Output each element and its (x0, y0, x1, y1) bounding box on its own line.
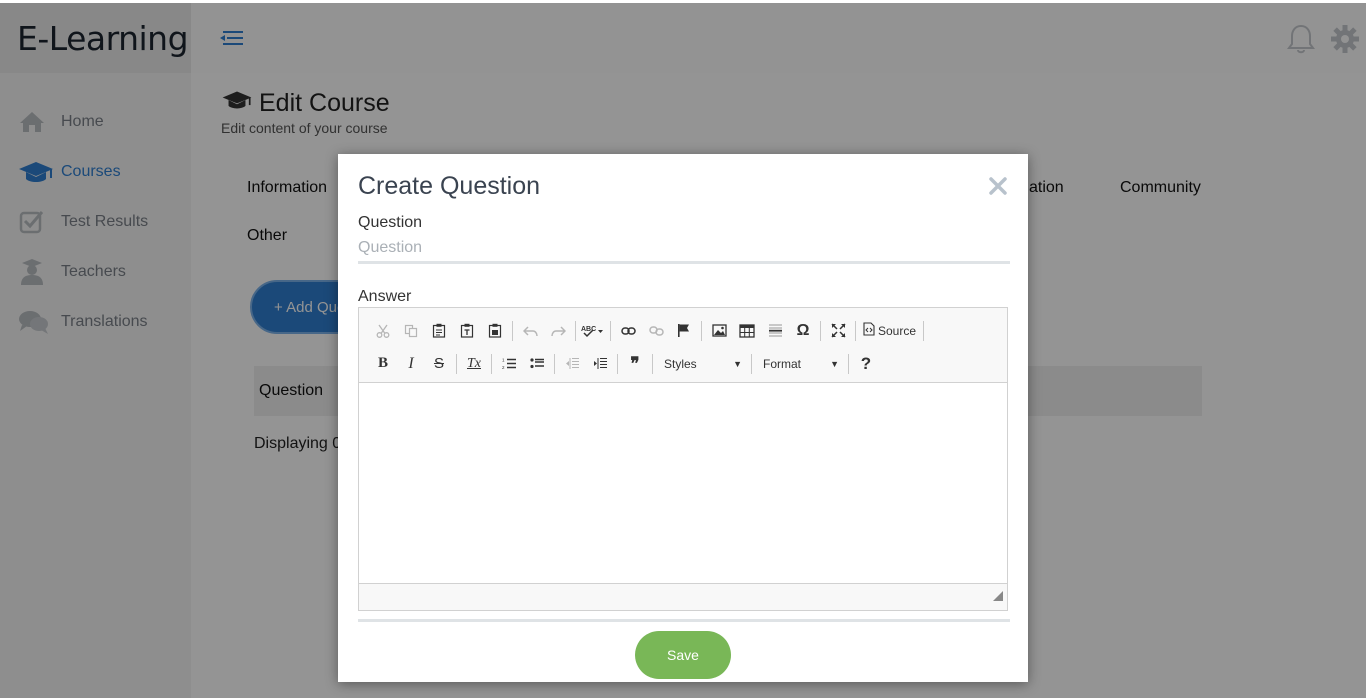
copy-icon[interactable] (397, 319, 425, 343)
blockquote-button[interactable]: ❞ (621, 352, 649, 376)
toolbar-separator (848, 353, 849, 374)
close-icon[interactable] (988, 176, 1008, 196)
styles-dropdown[interactable]: Styles ▼ (656, 352, 748, 376)
outdent-icon[interactable] (558, 352, 586, 376)
toolbar-separator (923, 320, 925, 341)
remove-format-button[interactable]: Tx (460, 352, 488, 376)
numbered-list-icon[interactable]: 12 (495, 352, 523, 376)
toolbar-separator (554, 353, 555, 374)
chevron-down-icon: ▼ (733, 358, 742, 369)
toolbar-separator (491, 353, 492, 374)
toolbar-separator (617, 353, 618, 374)
toolbar-separator (855, 320, 856, 341)
table-icon[interactable] (733, 319, 761, 343)
source-icon (863, 322, 875, 339)
link-icon[interactable] (614, 319, 642, 343)
help-button[interactable]: ? (852, 352, 880, 376)
answer-rich-text-editor: ABC Ω Source B I S Tx 1 2 ❞ Styles ▼ For… (358, 307, 1008, 611)
paste-word-icon[interactable] (481, 319, 509, 343)
toolbar-separator (456, 353, 457, 374)
unlink-icon[interactable] (642, 319, 670, 343)
toolbar-separator (512, 320, 513, 341)
toolbar-separator (610, 320, 611, 341)
toolbar-separator (701, 320, 702, 341)
toolbar-separator (751, 353, 752, 374)
anchor-flag-icon[interactable] (670, 319, 698, 343)
spellcheck-icon[interactable]: ABC (579, 319, 607, 343)
image-icon[interactable] (705, 319, 733, 343)
undo-icon[interactable] (516, 319, 544, 343)
indent-icon[interactable] (586, 352, 614, 376)
svg-text:1: 1 (502, 358, 505, 363)
answer-editor-area[interactable] (359, 383, 1007, 583)
toolbar-separator (575, 320, 576, 341)
editor-toolbar: ABC Ω Source B I S Tx 1 2 ❞ Styles ▼ For… (359, 308, 1007, 383)
modal-divider (358, 619, 1010, 622)
chevron-down-icon: ▼ (830, 358, 839, 369)
svg-text:2: 2 (502, 365, 505, 370)
format-dropdown-label: Format (763, 356, 802, 371)
strikethrough-button[interactable]: S (425, 352, 453, 376)
bold-button[interactable]: B (369, 352, 397, 376)
modal-title: Create Question (358, 172, 541, 200)
editor-status-bar (359, 583, 1007, 610)
answer-label: Answer (358, 288, 412, 305)
resize-handle-icon[interactable] (993, 588, 1003, 606)
toolbar-row-2: B I S Tx 12 ❞ Styles ▼ Format ▼ ? (369, 347, 1007, 380)
question-label: Question (358, 214, 423, 231)
svg-text:ABC: ABC (581, 326, 596, 333)
question-input[interactable] (358, 234, 1010, 264)
source-button[interactable]: Source (859, 319, 920, 343)
horizontal-line-icon[interactable] (761, 319, 789, 343)
save-button[interactable]: Save (635, 631, 731, 679)
source-label: Source (878, 323, 917, 338)
italic-button[interactable]: I (397, 352, 425, 376)
cut-icon[interactable] (369, 319, 397, 343)
toolbar-row-1: ABC Ω Source (369, 314, 1007, 347)
format-dropdown[interactable]: Format ▼ (755, 352, 845, 376)
paste-icon[interactable] (425, 319, 453, 343)
paste-text-icon[interactable] (453, 319, 481, 343)
toolbar-separator (820, 320, 821, 341)
bulleted-list-icon[interactable] (523, 352, 551, 376)
maximize-icon[interactable] (824, 319, 852, 343)
special-char-icon[interactable]: Ω (789, 319, 817, 343)
toolbar-separator (652, 353, 653, 374)
styles-dropdown-label: Styles (664, 356, 697, 371)
redo-icon[interactable] (544, 319, 572, 343)
create-question-modal: Create Question Question Answer (338, 154, 1028, 682)
